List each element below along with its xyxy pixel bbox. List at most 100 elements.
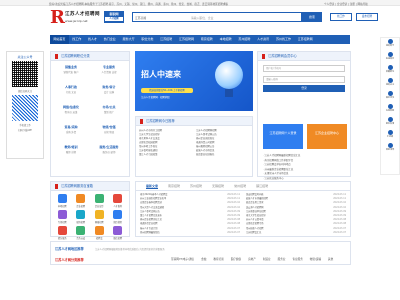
- nav-item[interactable]: 找工作: [69, 35, 85, 44]
- sidebar-item[interactable]: 在线客服: [381, 103, 399, 116]
- category-sub[interactable]: 程序员 运维: [54, 110, 88, 114]
- category-sub[interactable]: 仓管 物流: [92, 130, 126, 134]
- banner-pill[interactable]: 精选高薪职位5K~10K,上千家招聘: [141, 88, 193, 93]
- area-category[interactable]: 房地产: [248, 258, 256, 261]
- nav-item[interactable]: 江苏招聘网: [294, 35, 316, 44]
- area-category[interactable]: 专业服务: [292, 258, 302, 261]
- nav-item[interactable]: 苏州找工作: [273, 35, 295, 44]
- tab-0[interactable]: 最新文章: [146, 184, 159, 189]
- category-heading[interactable]: 销售业务: [54, 65, 88, 69]
- nav-item[interactable]: 服务大厅: [119, 35, 138, 44]
- service-item[interactable]: 人才推荐: [110, 194, 127, 208]
- article-title[interactable]: 江苏招聘会汇总: [246, 231, 261, 235]
- sidebar-item[interactable]: 意见反馈: [381, 116, 399, 129]
- category-sub[interactable]: 采购 外贸: [54, 130, 88, 134]
- nav-item[interactable]: 找人才: [85, 35, 101, 44]
- category-item[interactable]: 财务/审计 会计 出纳: [92, 85, 126, 104]
- service-item[interactable]: 本地招聘: [54, 194, 71, 208]
- area-category[interactable]: 制造业: [263, 258, 271, 261]
- category-item[interactable]: 销售业务 销售代表 客户: [54, 65, 88, 84]
- category-heading[interactable]: 服务/生活服务: [92, 145, 126, 149]
- tab-4[interactable]: 常州招聘: [234, 184, 246, 188]
- category-sub[interactable]: 教师 讲师: [54, 150, 88, 154]
- area-category[interactable]: 教育培训: [213, 258, 223, 261]
- sidebar-item[interactable]: 最近浏览: [381, 90, 399, 103]
- logo-title[interactable]: 江苏人才招聘网: [65, 11, 100, 17]
- new-site-badge[interactable]: 新职网 人才招聘: [104, 11, 124, 23]
- category-heading[interactable]: 专业服务: [92, 65, 126, 69]
- category-item[interactable]: 服务/生活服务 服务员 厨师: [92, 145, 126, 164]
- category-item[interactable]: 贸易/采购 采购 外贸: [54, 125, 88, 144]
- company-center-card[interactable]: 江苏企业招聘中心: [307, 124, 347, 149]
- service-item[interactable]: 现场招聘: [73, 210, 90, 224]
- service-item[interactable]: 招聘会: [91, 226, 108, 240]
- nav-item[interactable]: 热门企业: [100, 35, 119, 44]
- tab-1[interactable]: 南京招聘: [168, 184, 180, 188]
- area-category[interactable]: 其他: [328, 258, 333, 261]
- username-input[interactable]: 用户名/手机号: [263, 65, 345, 72]
- category-item[interactable]: 市场/公关 策划 推广: [92, 105, 126, 124]
- category-sub[interactable]: 销售代表 客户: [54, 70, 88, 74]
- sidebar-item[interactable]: 投递简历: [381, 51, 399, 64]
- category-heading[interactable]: 物流/仓储: [92, 125, 126, 129]
- personal-login-card[interactable]: 江苏招聘网个人登录: [263, 124, 303, 149]
- area-category[interactable]: 金融: [201, 258, 206, 261]
- login-button[interactable]: 登录: [263, 85, 345, 92]
- login-links[interactable]: 个人登录 | 企业登录 | 注册 | 网站导航: [324, 2, 368, 6]
- search-input[interactable]: 请输入职位、企业: [191, 16, 213, 20]
- nav-item[interactable]: 职位分类: [138, 35, 157, 44]
- category-sub[interactable]: 策划 推广: [92, 110, 126, 114]
- article-row[interactable]: 徐州招聘网最新职位 2024-03-07: [140, 231, 240, 235]
- category-heading[interactable]: 人事行政: [54, 85, 88, 89]
- category-item[interactable]: 网络/信息化 程序员 运维: [54, 105, 88, 124]
- tab-5[interactable]: 镇江招聘: [256, 184, 268, 188]
- service-item[interactable]: 网络招聘: [91, 210, 108, 224]
- logo-mark[interactable]: R: [50, 9, 65, 27]
- service-item[interactable]: 专场招聘: [54, 210, 71, 224]
- category-heading[interactable]: 贸易/采购: [54, 125, 88, 129]
- service-item[interactable]: 劳务派遣: [73, 226, 90, 240]
- news-link[interactable]: 宿迁职业培训报名: [196, 153, 249, 157]
- tab-3[interactable]: 无锡招聘: [212, 184, 224, 188]
- service-item[interactable]: 企业招聘: [73, 194, 90, 208]
- post-job-button[interactable]: 发布招聘: [356, 13, 378, 21]
- sidebar-item[interactable]: 我的账号: [381, 38, 399, 51]
- search-field[interactable]: 江苏高端 请输入职位、企业: [132, 12, 302, 22]
- category-heading[interactable]: 网络/信息化: [54, 105, 88, 109]
- area-category[interactable]: 医疗健康: [231, 258, 241, 261]
- area-category[interactable]: 物流/运输: [310, 258, 321, 261]
- category-heading[interactable]: 市场/公关: [92, 105, 126, 109]
- category-sub[interactable]: 人力资源 法律: [92, 70, 126, 74]
- password-input[interactable]: 请输入密码: [263, 76, 345, 83]
- sidebar-item[interactable]: 回到顶部: [381, 142, 399, 155]
- article-row[interactable]: 江苏招聘会汇总 2024-03-07: [246, 231, 346, 235]
- news-link[interactable]: 镇江人才引进政策: [139, 153, 192, 157]
- category-sub[interactable]: 行政 文员: [54, 90, 88, 94]
- nav-item[interactable]: 江苏招聘: [157, 35, 176, 44]
- sidebar-item[interactable]: 手机版: [381, 129, 399, 142]
- tab-2[interactable]: 苏州招聘: [190, 184, 202, 188]
- area-category[interactable]: 服务业: [278, 258, 286, 261]
- find-job-button[interactable]: 找工作: [330, 13, 352, 21]
- nav-item[interactable]: 网站首页: [50, 35, 69, 44]
- area-category[interactable]: 互联网/IT/电子/通信: [171, 258, 194, 261]
- category-sub[interactable]: 会计 出纳: [92, 90, 126, 94]
- category-sub[interactable]: 服务员 厨师: [92, 150, 126, 154]
- nav-item[interactable]: 苏州招聘: [235, 35, 254, 44]
- service-item[interactable]: 企业宣传: [91, 194, 108, 208]
- category-item[interactable]: 专业服务 人力资源 法律: [92, 65, 126, 84]
- search-button[interactable]: 搜索: [302, 12, 322, 22]
- category-item[interactable]: 人事行政 行政 文员: [54, 85, 88, 104]
- search-type-select[interactable]: 江苏高端: [135, 16, 146, 20]
- service-item[interactable]: 微信招聘: [110, 226, 127, 240]
- category-item[interactable]: 教师/培训 教师 讲师: [54, 145, 88, 164]
- category-item[interactable]: 物流/仓储 仓管 物流: [92, 125, 126, 144]
- article-title[interactable]: 徐州招聘网最新职位: [140, 231, 160, 235]
- service-item[interactable]: 猎头服务: [54, 226, 71, 240]
- promo-banner[interactable]: 招人中速来 精选高薪职位5K~10K,上千家招聘 江苏人才招聘网 · 招聘求职: [135, 51, 253, 111]
- sidebar-item[interactable]: 收藏职位: [381, 64, 399, 77]
- service-item[interactable]: 简历搜索: [110, 210, 127, 224]
- nav-item[interactable]: 江苏招聘网: [176, 35, 198, 44]
- nav-item[interactable]: 人才资讯: [254, 35, 273, 44]
- sidebar-item[interactable]: 我的关注: [381, 77, 399, 90]
